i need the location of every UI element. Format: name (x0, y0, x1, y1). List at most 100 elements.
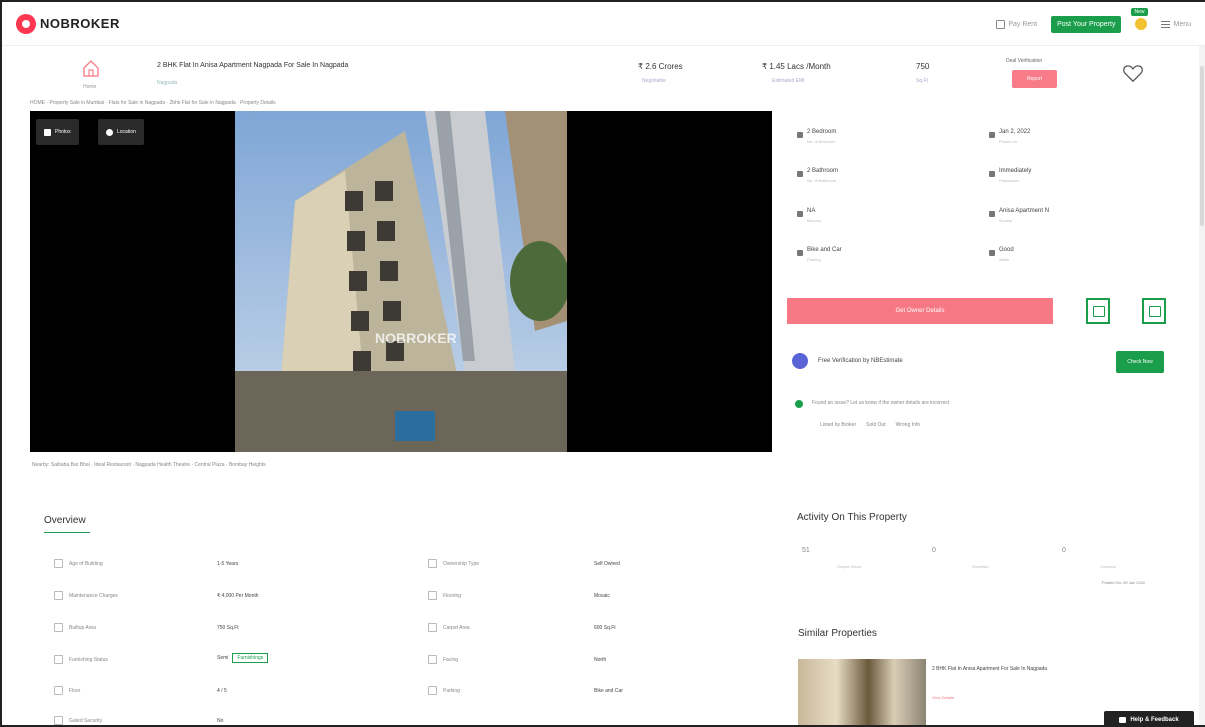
property-title-row: Home 2 BHK Flat In Anisa Apartment Nagpa… (2, 48, 1205, 100)
floor-icon (54, 686, 63, 695)
views-label: Unique Views (837, 564, 862, 569)
overview-builtup-label: Builtup Area (54, 623, 96, 632)
overview-parking-value: Bike and Car (594, 688, 623, 694)
property-title: 2 BHK Flat In Anisa Apartment Nagpada Fo… (157, 62, 349, 69)
building-icon (989, 211, 995, 217)
maintenance-icon (54, 591, 63, 600)
overview-floor-label: Floor (54, 686, 80, 695)
overview-ownership-value: Self Owned (594, 561, 620, 567)
similar-properties-title: Similar Properties (798, 628, 877, 639)
detail-water: Good Water (989, 247, 1014, 262)
age-icon (54, 559, 63, 568)
report-button[interactable]: Report (1012, 70, 1057, 88)
overview-title: Overview (44, 515, 86, 526)
ownership-icon (428, 559, 437, 568)
overview-carpet-label: Carpet Area (428, 623, 470, 632)
overview-flooring-value: Mosaic (594, 593, 610, 599)
get-owner-details-button[interactable]: Get Owner Details (787, 298, 1053, 324)
page-frame: NOBROKER Pay Rent Post Your Property New… (0, 0, 1205, 727)
security-icon (54, 716, 63, 725)
views-count: 51 (802, 547, 810, 554)
bath-icon (797, 171, 803, 177)
overview-security-value: No (217, 718, 224, 724)
deal-verification-label: Deal Verification (1006, 58, 1043, 64)
page-scrollbar[interactable] (1199, 46, 1205, 725)
pay-rent-link[interactable]: Pay Rent (996, 19, 1037, 29)
similar-property-title[interactable]: 2 BHK Flat In Anisa Apartment For Sale I… (932, 666, 1047, 672)
header-actions: Pay Rent Post Your Property New Menu (996, 2, 1191, 46)
nobroker-logo[interactable]: NOBROKER (16, 13, 120, 34)
sale-price: ₹ 2.6 Crores (638, 62, 683, 71)
flooring-icon (428, 591, 437, 600)
post-property-button[interactable]: Post Your Property (1051, 15, 1122, 33)
property-subtitle: Nagpada (157, 80, 178, 86)
issue-option-wrong[interactable]: Wrong Info (896, 422, 920, 428)
detail-parking: Bike and Car Parking (797, 247, 842, 262)
parking-icon (428, 686, 437, 695)
nearby-places[interactable]: Nearby: Saibaba Bar Bhai · Ideal Restaur… (32, 462, 266, 468)
chat-button[interactable] (1142, 298, 1166, 324)
balcony-icon (797, 211, 803, 217)
emi-price-sub: Estimated EMI (772, 78, 805, 84)
issue-text: Found an issue? Let us know if the owner… (812, 400, 950, 406)
overview-parking-label: Parking (428, 686, 460, 695)
overview-security-label: Gated Security (54, 716, 102, 725)
calendar-icon (989, 132, 995, 138)
hamburger-icon (1161, 20, 1171, 28)
menu-label: Menu (1173, 20, 1191, 28)
photos-tab[interactable]: Photos (36, 119, 79, 145)
detail-bathroom: 2 Bathroom No. of Bathroom (797, 168, 838, 183)
detail-bedroom: 2 Bedroom No. of Bedroom (797, 129, 836, 144)
check-now-button[interactable]: Check Now (1116, 351, 1164, 373)
bed-icon (797, 132, 803, 138)
logo-icon (16, 13, 36, 34)
carpet-icon (428, 623, 437, 632)
menu-button[interactable]: Menu (1161, 20, 1191, 28)
issue-option-sold[interactable]: Sold Out (866, 422, 885, 428)
similar-property-link[interactable]: View Details (932, 695, 954, 700)
overview-facing-label: Facing (428, 655, 458, 664)
furnishings-tag[interactable]: Furnishings (232, 653, 269, 663)
overview-age-label: Age of Building (54, 559, 103, 568)
new-badge: New (1131, 8, 1148, 16)
overview-builtup-value: 750 Sq.Ft (217, 625, 239, 631)
detail-balcony: NA Balcony (797, 208, 821, 223)
pay-rent-icon (996, 19, 1006, 29)
location-label: Location (117, 129, 136, 135)
sofa-icon (54, 655, 63, 664)
free-verification-label: Free Verification by NBEstimate (818, 358, 903, 364)
overview-maintenance-label: Maintenance Charges (54, 591, 118, 600)
overview-floor-value: 4 / 5 (217, 688, 227, 694)
help-feedback-button[interactable]: Help & Feedback (1104, 711, 1194, 725)
overview-furnishing-value: Semi Furnishings (217, 653, 269, 663)
coin-icon[interactable]: New (1131, 8, 1148, 30)
overview-underline (44, 532, 90, 533)
house-icon (83, 60, 99, 77)
home-label: Home (83, 84, 97, 90)
issue-option-broker[interactable]: Listed by Broker (820, 422, 856, 428)
help-feedback-label: Help & Feedback (1130, 717, 1179, 723)
car-icon (797, 250, 803, 256)
chat-bubble-icon (1119, 717, 1127, 723)
heart-icon[interactable] (1122, 62, 1144, 84)
watermark: NOBROKER (375, 330, 457, 346)
detail-posted: Jan 2, 2022 Posted on (989, 129, 1030, 144)
building-photo[interactable]: NOBROKER (235, 111, 567, 452)
location-pin-icon (106, 128, 113, 136)
similar-property-image[interactable] (798, 659, 926, 725)
location-tab[interactable]: Location (98, 119, 144, 145)
issue-icon (795, 400, 803, 408)
overview-maintenance-value: ₹ 4,000 Per Month (217, 593, 259, 599)
home-icon[interactable] (80, 58, 102, 80)
builtup-area: 750 (916, 62, 930, 71)
photo-gallery[interactable]: Photos Location NOBROKER (30, 111, 772, 452)
shortlists-count: 0 (932, 547, 936, 554)
detail-society: Anisa Apartment N Society (989, 208, 1049, 223)
breadcrumb[interactable]: HOME · Property Sale in Mumbai · Flats f… (30, 100, 276, 106)
nbestimate-icon (792, 353, 808, 369)
overview-carpet-value: 600 Sq.Ft (594, 625, 616, 631)
overview-flooring-label: Flooring (428, 591, 461, 600)
issue-options: Listed by Broker Sold Out Wrong Info (820, 422, 920, 428)
schedule-visit-button[interactable] (1086, 298, 1110, 324)
sale-price-sub: Negotiable (642, 78, 666, 84)
